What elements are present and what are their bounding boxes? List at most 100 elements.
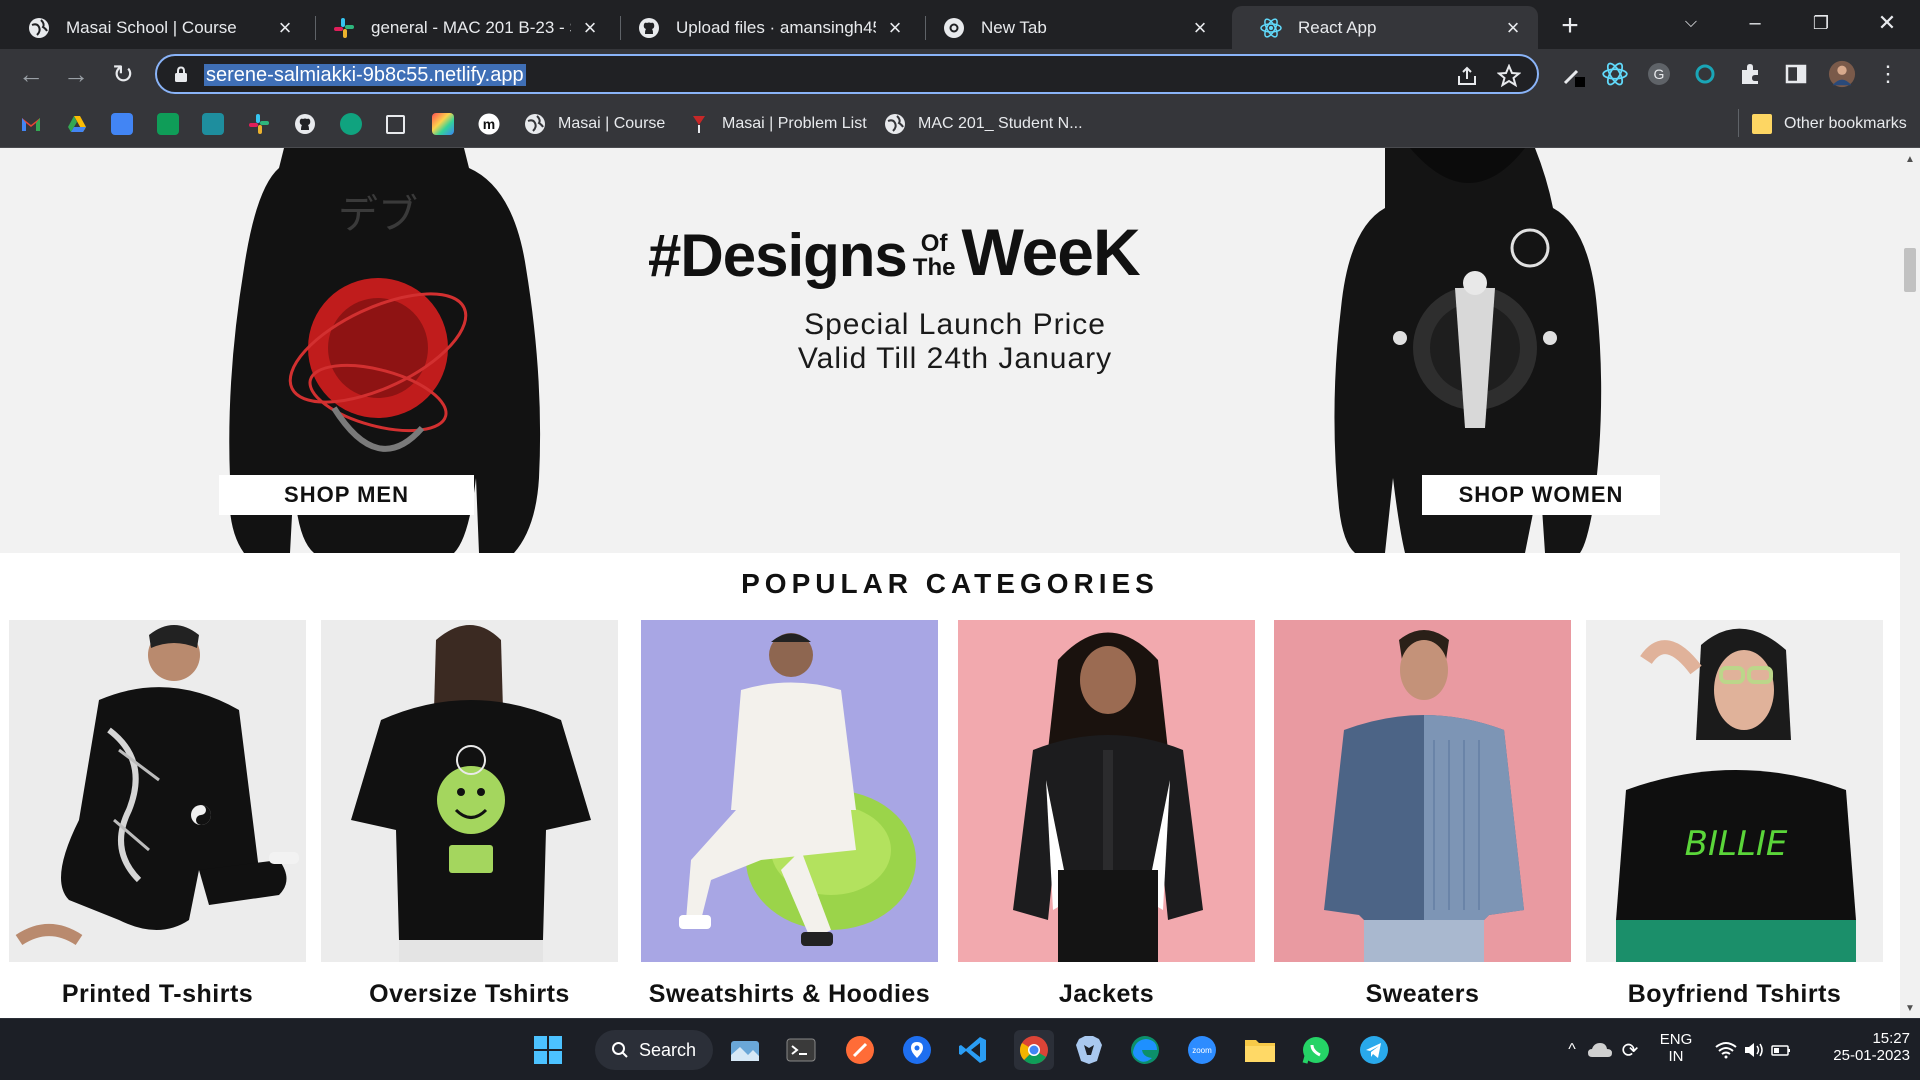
bookmark-sheets[interactable] [157, 111, 191, 137]
postman-icon[interactable] [843, 1033, 877, 1067]
category-card[interactable]: Sweaters [1274, 620, 1571, 1009]
close-icon[interactable]: × [579, 16, 601, 39]
telegram-icon[interactable] [1357, 1033, 1391, 1067]
category-label[interactable]: Printed T-shirts [9, 980, 306, 1009]
scrollbar-thumb[interactable] [1904, 248, 1916, 292]
designs-of-the-week-banner[interactable]: デブ SHOP MEN #Designs Of The WeeK Special… [0, 148, 1900, 553]
brave-browser-icon[interactable] [1072, 1033, 1106, 1067]
zoom-icon[interactable]: zoom [1185, 1033, 1219, 1067]
bookmark-drive[interactable] [66, 111, 100, 137]
clock[interactable]: 15:27 25-01-2023 [1810, 1030, 1910, 1064]
bookmark-star-icon[interactable] [1496, 63, 1522, 88]
bookmark-masai-course[interactable]: Masai | Course [524, 111, 665, 137]
puzzle-icon[interactable] [1736, 60, 1764, 88]
tab-new-tab[interactable]: New Tab × [915, 6, 1225, 49]
close-icon[interactable]: × [884, 16, 906, 39]
folder-icon[interactable] [1243, 1033, 1277, 1067]
bookmark-github[interactable] [294, 111, 328, 137]
bookmark-gmail[interactable] [20, 111, 54, 137]
heading-the: The [912, 254, 956, 281]
close-icon[interactable]: × [1189, 16, 1211, 39]
banner-heading: #Designs Of The WeeK [648, 200, 1238, 290]
vscode-icon[interactable] [956, 1033, 990, 1067]
heading-week: WeeK [961, 215, 1140, 289]
jackets-image [958, 620, 1255, 962]
translate-icon [111, 113, 133, 135]
chrome-taskbar-icon[interactable] [1014, 1030, 1054, 1070]
scroll-down-arrow-icon[interactable]: ▼ [1904, 1003, 1916, 1014]
eyedropper-extension-icon[interactable] [1560, 60, 1588, 88]
category-card[interactable]: Printed T-shirts [9, 620, 306, 1009]
tab-title: Masai School | Course [66, 17, 237, 37]
svg-text:zoom: zoom [1192, 1046, 1212, 1055]
tab-masai-course[interactable]: Masai School | Course × [0, 6, 310, 49]
maps-icon[interactable] [900, 1033, 934, 1067]
bookmark-m[interactable]: m [478, 111, 512, 137]
file-explorer-photos-icon[interactable] [728, 1033, 762, 1067]
menu-kebab-icon[interactable]: ⋮ [1874, 60, 1902, 88]
react-devtools-icon[interactable] [1601, 60, 1629, 88]
terminal-icon[interactable] [784, 1033, 818, 1067]
bookmark-chatgpt[interactable] [340, 111, 374, 137]
profile-avatar[interactable] [1828, 60, 1856, 88]
tab-title: New Tab [981, 17, 1047, 37]
boyfriend-tshirts-image: BILLIE [1586, 620, 1883, 962]
windows-start-icon[interactable] [531, 1033, 565, 1067]
minimize-icon[interactable]: – [1738, 8, 1772, 38]
reload-icon[interactable]: ↻ [108, 59, 138, 89]
chrome-icon [943, 17, 965, 39]
onedrive-icon[interactable] [1583, 1033, 1617, 1067]
close-icon[interactable]: × [1502, 16, 1524, 39]
bookmark-classroom[interactable] [202, 111, 236, 137]
address-bar[interactable]: serene-salmiakki-9b8c55.netlify.app [155, 54, 1539, 94]
category-card[interactable]: Oversize Tshirts [321, 620, 618, 1009]
bookmark-masai-problem-list[interactable]: Masai | Problem List [688, 111, 867, 137]
taskbar-search[interactable]: Search [595, 1030, 713, 1070]
tab-title: Upload files · amansingh456/sl [676, 17, 876, 37]
other-bookmarks[interactable]: Other bookmarks [1752, 111, 1907, 137]
battery-icon[interactable] [1764, 1033, 1798, 1067]
category-label[interactable]: Oversize Tshirts [321, 980, 618, 1009]
tab-slack[interactable]: general - MAC 201 B-23 - Slack × [305, 6, 615, 49]
share-icon[interactable] [1455, 64, 1479, 88]
new-tab-button[interactable]: + [1554, 10, 1586, 42]
category-card[interactable]: Sweatshirts & Hoodies [641, 620, 938, 1009]
sheets-icon [157, 113, 179, 135]
page-scrollbar[interactable]: ▲ ▼ [1900, 148, 1920, 1018]
edge-icon[interactable] [1128, 1033, 1162, 1067]
svg-text:デブ: デブ [338, 192, 418, 238]
bookmark-square[interactable] [386, 111, 417, 137]
sync-icon[interactable]: ⟳ [1613, 1033, 1647, 1067]
close-icon[interactable]: × [274, 16, 296, 39]
tab-react-app[interactable]: React App × [1232, 6, 1538, 49]
printed-tshirts-image [9, 620, 306, 962]
window-close-icon[interactable]: ✕ [1870, 8, 1904, 38]
category-label[interactable]: Sweatshirts & Hoodies [641, 980, 938, 1009]
language-code: ENG [1659, 1031, 1693, 1048]
whatsapp-icon[interactable] [1299, 1033, 1333, 1067]
tab-title: React App [1298, 17, 1377, 37]
bookmark-slack[interactable] [248, 111, 282, 137]
shop-women-button[interactable]: SHOP WOMEN [1422, 475, 1660, 515]
category-label[interactable]: Sweaters [1274, 980, 1571, 1009]
category-card[interactable]: Jackets [958, 620, 1255, 1009]
bookmark-translate[interactable] [111, 111, 145, 137]
tab-search-chevron-icon[interactable]: ⌵ [1674, 8, 1708, 38]
grammarly-icon[interactable]: G [1645, 60, 1673, 88]
language-indicator[interactable]: ENG IN [1656, 1031, 1696, 1065]
category-label[interactable]: Jackets [958, 980, 1255, 1009]
side-panel-icon[interactable] [1782, 60, 1810, 88]
back-arrow-icon[interactable]: ← [16, 59, 46, 89]
bookmark-mac201-student[interactable]: MAC 201_ Student N... [884, 111, 1083, 137]
extension-circle-icon[interactable] [1691, 60, 1719, 88]
scroll-up-arrow-icon[interactable]: ▲ [1904, 154, 1916, 165]
url-text[interactable]: serene-salmiakki-9b8c55.netlify.app [204, 64, 526, 86]
shop-men-button[interactable]: SHOP MEN [219, 475, 474, 515]
tab-github-upload[interactable]: Upload files · amansingh456/sl × [610, 6, 920, 49]
bookmark-colorful[interactable] [432, 111, 466, 137]
lock-icon[interactable] [174, 66, 188, 87]
restore-icon[interactable]: ❐ [1804, 8, 1838, 38]
category-label[interactable]: Boyfriend Tshirts [1586, 980, 1883, 1009]
forward-arrow-icon[interactable]: → [61, 59, 91, 89]
category-card[interactable]: BILLIE Boyfriend Tshirts [1586, 620, 1883, 1009]
